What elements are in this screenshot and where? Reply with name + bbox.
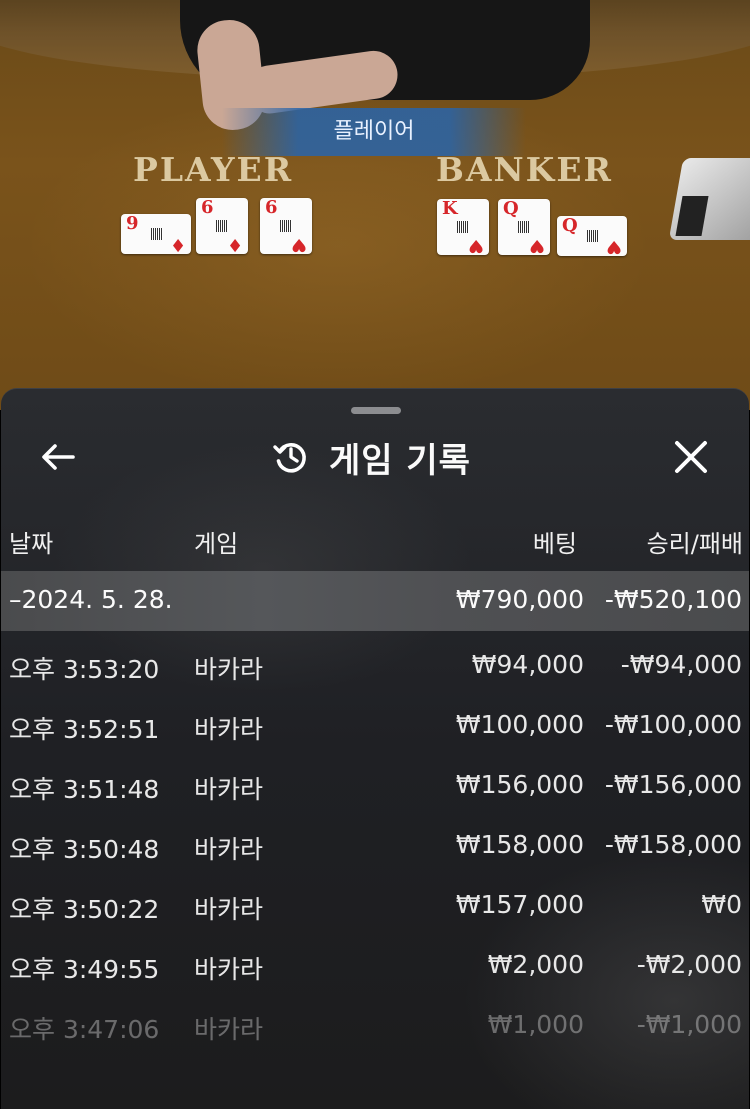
row-time: 오후 3:49:55 [9, 955, 160, 984]
row-game: 바카라 [194, 835, 264, 864]
row-game: 바카라 [194, 775, 264, 804]
row-time: 오후 3:47:06 [9, 1015, 160, 1044]
card-rank: Q [562, 215, 578, 236]
card-rank: 6 [265, 197, 278, 218]
column-header-bet: 베팅 [532, 530, 577, 558]
sheet-title-group: 게임 기록 [271, 429, 471, 485]
history-row[interactable]: 오후 3:47:06 바카라 ₩1,000 -₩1,000 [1, 996, 749, 1056]
row-bet: ₩100,000 [455, 710, 584, 739]
history-row[interactable]: 오후 3:51:48 바카라 ₩156,000 -₩156,000 [1, 756, 749, 816]
card-suit: ♦ [169, 234, 186, 255]
card-rank: K [442, 198, 458, 219]
day-date: –2024. 5. 28. [9, 585, 173, 614]
banker-card-3: Q ♥ [557, 215, 627, 257]
row-bet: ₩158,000 [455, 830, 584, 859]
day-total-win-loss: -₩520,100 [604, 585, 742, 614]
card-rank: 6 [201, 197, 214, 218]
row-bet: ₩2,000 [487, 950, 584, 979]
live-video-feed: PLAYER BANKER 9 ♦ 6 ♦ 6 ♥ K ♥ Q ♥ Q ♥ 플레… [0, 0, 750, 410]
row-time: 오후 3:52:51 [9, 715, 160, 744]
card-barcode [518, 221, 530, 233]
back-button[interactable] [37, 435, 81, 479]
history-icon [273, 443, 306, 473]
history-row[interactable]: 오후 3:50:22 바카라 ₩157,000 ₩0 [1, 876, 749, 936]
result-banner: 플레이어 [222, 108, 526, 156]
history-row[interactable]: 오후 3:52:51 바카라 ₩100,000 -₩100,000 [1, 696, 749, 756]
row-game: 바카라 [194, 895, 264, 924]
row-time: 오후 3:51:48 [9, 775, 160, 804]
card-barcode [216, 220, 228, 232]
row-win-loss: -₩1,000 [636, 1010, 742, 1039]
game-history-sheet: 게임 기록 날짜 게임 베팅 승리/패배 –2024. 5. 28. ₩790,… [1, 388, 749, 1109]
column-header-win-loss: 승리/패배 [646, 530, 743, 558]
row-game: 바카라 [194, 1015, 264, 1044]
card-suit: ♥ [290, 234, 307, 255]
row-win-loss: -₩2,000 [636, 950, 742, 979]
card-rank: Q [503, 198, 519, 219]
row-bet: ₩156,000 [455, 770, 584, 799]
card-barcode [280, 220, 292, 232]
close-button[interactable] [669, 435, 713, 479]
card-suit: ♥ [605, 236, 622, 257]
row-win-loss: ₩0 [701, 890, 742, 919]
card-suit: ♦ [226, 234, 243, 255]
sheet-header: 게임 기록 [1, 429, 749, 485]
card-barcode [457, 221, 469, 233]
row-time: 오후 3:50:22 [9, 895, 160, 924]
row-time: 오후 3:50:48 [9, 835, 160, 864]
day-group-row[interactable]: –2024. 5. 28. ₩790,000 -₩520,100 [1, 571, 749, 631]
history-row[interactable]: 오후 3:50:48 바카라 ₩158,000 -₩158,000 [1, 816, 749, 876]
row-bet: ₩1,000 [487, 1010, 584, 1039]
sheet-title: 게임 기록 [329, 440, 471, 481]
day-total-bet: ₩790,000 [455, 585, 584, 614]
row-time: 오후 3:53:20 [9, 655, 160, 684]
row-win-loss: -₩100,000 [604, 710, 742, 739]
player-card-2: 6 ♦ [196, 197, 248, 255]
close-icon [675, 441, 707, 473]
row-bet: ₩157,000 [455, 890, 584, 919]
sheet-drag-handle[interactable] [351, 407, 401, 414]
row-win-loss: -₩158,000 [604, 830, 742, 859]
history-row[interactable]: 오후 3:53:20 바카라 ₩94,000 -₩94,000 [1, 636, 749, 696]
history-row[interactable]: 오후 3:49:55 바카라 ₩2,000 -₩2,000 [1, 936, 749, 996]
banker-card-1: K ♥ [437, 198, 489, 256]
card-shoe [668, 158, 750, 240]
arrow-left-icon [42, 444, 75, 470]
banker-card-2: Q ♥ [498, 198, 550, 256]
column-header-game: 게임 [194, 530, 239, 558]
card-barcode [587, 230, 599, 242]
card-barcode [151, 228, 163, 240]
row-win-loss: -₩94,000 [620, 650, 742, 679]
row-win-loss: -₩156,000 [604, 770, 742, 799]
player-card-1: 9 ♦ [121, 213, 191, 255]
row-game: 바카라 [194, 955, 264, 984]
card-suit: ♥ [467, 235, 484, 256]
card-suit: ♥ [528, 235, 545, 256]
column-header-date: 날짜 [9, 530, 54, 558]
row-game: 바카라 [194, 715, 264, 744]
player-card-3: 6 ♥ [260, 197, 312, 255]
row-bet: ₩94,000 [471, 650, 584, 679]
row-game: 바카라 [194, 655, 264, 684]
card-rank: 9 [126, 213, 139, 234]
